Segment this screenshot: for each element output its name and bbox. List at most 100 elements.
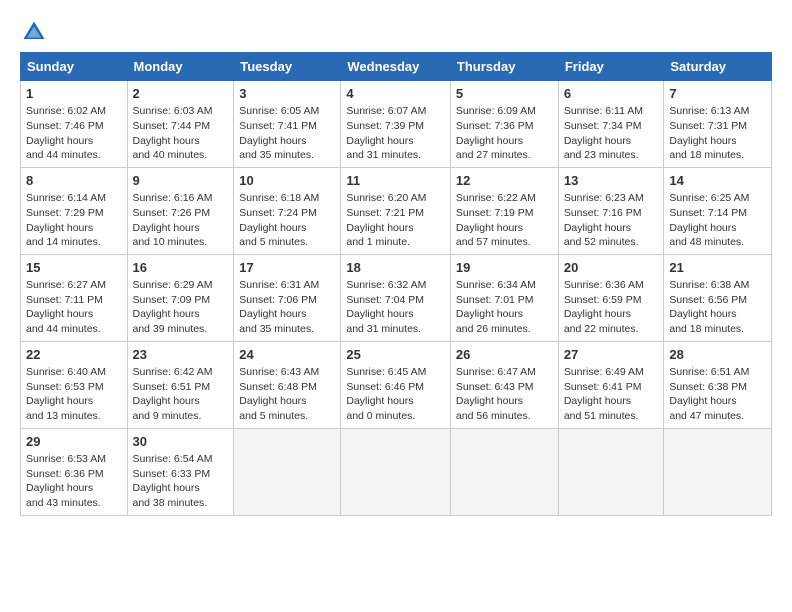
- calendar-cell: 24 Sunrise: 6:43 AM Sunset: 6:48 PM Dayl…: [234, 341, 341, 428]
- calendar-cell: 18 Sunrise: 6:32 AM Sunset: 7:04 PM Dayl…: [341, 254, 451, 341]
- calendar-cell: 17 Sunrise: 6:31 AM Sunset: 7:06 PM Dayl…: [234, 254, 341, 341]
- day-number: 19: [456, 259, 553, 277]
- day-number: 23: [133, 346, 229, 364]
- calendar-cell: [234, 428, 341, 515]
- calendar-cell: 2 Sunrise: 6:03 AM Sunset: 7:44 PM Dayli…: [127, 81, 234, 168]
- day-info: Sunrise: 6:43 AM Sunset: 6:48 PM Dayligh…: [239, 365, 335, 424]
- calendar-cell: 13 Sunrise: 6:23 AM Sunset: 7:16 PM Dayl…: [558, 167, 664, 254]
- day-number: 12: [456, 172, 553, 190]
- day-info: Sunrise: 6:49 AM Sunset: 6:41 PM Dayligh…: [564, 365, 659, 424]
- day-info: Sunrise: 6:47 AM Sunset: 6:43 PM Dayligh…: [456, 365, 553, 424]
- calendar-cell: [450, 428, 558, 515]
- day-info: Sunrise: 6:18 AM Sunset: 7:24 PM Dayligh…: [239, 191, 335, 250]
- calendar-cell: 23 Sunrise: 6:42 AM Sunset: 6:51 PM Dayl…: [127, 341, 234, 428]
- day-info: Sunrise: 6:05 AM Sunset: 7:41 PM Dayligh…: [239, 104, 335, 163]
- week-row-1: 1 Sunrise: 6:02 AM Sunset: 7:46 PM Dayli…: [21, 81, 772, 168]
- day-number: 26: [456, 346, 553, 364]
- day-number: 8: [26, 172, 122, 190]
- day-info: Sunrise: 6:36 AM Sunset: 6:59 PM Dayligh…: [564, 278, 659, 337]
- day-number: 29: [26, 433, 122, 451]
- calendar-header-wednesday: Wednesday: [341, 53, 451, 81]
- calendar-cell: 6 Sunrise: 6:11 AM Sunset: 7:34 PM Dayli…: [558, 81, 664, 168]
- day-info: Sunrise: 6:09 AM Sunset: 7:36 PM Dayligh…: [456, 104, 553, 163]
- calendar-cell: 22 Sunrise: 6:40 AM Sunset: 6:53 PM Dayl…: [21, 341, 128, 428]
- calendar-cell: 15 Sunrise: 6:27 AM Sunset: 7:11 PM Dayl…: [21, 254, 128, 341]
- calendar-cell: 14 Sunrise: 6:25 AM Sunset: 7:14 PM Dayl…: [664, 167, 772, 254]
- day-info: Sunrise: 6:13 AM Sunset: 7:31 PM Dayligh…: [669, 104, 766, 163]
- logo-icon: [20, 18, 48, 46]
- day-number: 9: [133, 172, 229, 190]
- calendar-header-tuesday: Tuesday: [234, 53, 341, 81]
- week-row-3: 15 Sunrise: 6:27 AM Sunset: 7:11 PM Dayl…: [21, 254, 772, 341]
- calendar-cell: 16 Sunrise: 6:29 AM Sunset: 7:09 PM Dayl…: [127, 254, 234, 341]
- day-number: 21: [669, 259, 766, 277]
- calendar-cell: 20 Sunrise: 6:36 AM Sunset: 6:59 PM Dayl…: [558, 254, 664, 341]
- calendar-cell: 5 Sunrise: 6:09 AM Sunset: 7:36 PM Dayli…: [450, 81, 558, 168]
- calendar-cell: 1 Sunrise: 6:02 AM Sunset: 7:46 PM Dayli…: [21, 81, 128, 168]
- day-info: Sunrise: 6:27 AM Sunset: 7:11 PM Dayligh…: [26, 278, 122, 337]
- day-number: 27: [564, 346, 659, 364]
- day-info: Sunrise: 6:42 AM Sunset: 6:51 PM Dayligh…: [133, 365, 229, 424]
- day-number: 13: [564, 172, 659, 190]
- calendar-cell: [664, 428, 772, 515]
- day-number: 16: [133, 259, 229, 277]
- day-number: 24: [239, 346, 335, 364]
- week-row-5: 29 Sunrise: 6:53 AM Sunset: 6:36 PM Dayl…: [21, 428, 772, 515]
- day-info: Sunrise: 6:54 AM Sunset: 6:33 PM Dayligh…: [133, 452, 229, 511]
- day-number: 28: [669, 346, 766, 364]
- day-info: Sunrise: 6:23 AM Sunset: 7:16 PM Dayligh…: [564, 191, 659, 250]
- day-info: Sunrise: 6:31 AM Sunset: 7:06 PM Dayligh…: [239, 278, 335, 337]
- week-row-4: 22 Sunrise: 6:40 AM Sunset: 6:53 PM Dayl…: [21, 341, 772, 428]
- day-number: 3: [239, 85, 335, 103]
- calendar-cell: 25 Sunrise: 6:45 AM Sunset: 6:46 PM Dayl…: [341, 341, 451, 428]
- page: SundayMondayTuesdayWednesdayThursdayFrid…: [0, 0, 792, 526]
- calendar-cell: 10 Sunrise: 6:18 AM Sunset: 7:24 PM Dayl…: [234, 167, 341, 254]
- calendar-cell: 12 Sunrise: 6:22 AM Sunset: 7:19 PM Dayl…: [450, 167, 558, 254]
- day-info: Sunrise: 6:11 AM Sunset: 7:34 PM Dayligh…: [564, 104, 659, 163]
- day-info: Sunrise: 6:22 AM Sunset: 7:19 PM Dayligh…: [456, 191, 553, 250]
- header: [20, 18, 772, 46]
- day-info: Sunrise: 6:45 AM Sunset: 6:46 PM Dayligh…: [346, 365, 445, 424]
- day-info: Sunrise: 6:07 AM Sunset: 7:39 PM Dayligh…: [346, 104, 445, 163]
- day-info: Sunrise: 6:29 AM Sunset: 7:09 PM Dayligh…: [133, 278, 229, 337]
- day-number: 15: [26, 259, 122, 277]
- day-number: 20: [564, 259, 659, 277]
- day-number: 11: [346, 172, 445, 190]
- day-info: Sunrise: 6:14 AM Sunset: 7:29 PM Dayligh…: [26, 191, 122, 250]
- day-number: 7: [669, 85, 766, 103]
- day-number: 25: [346, 346, 445, 364]
- calendar-cell: 30 Sunrise: 6:54 AM Sunset: 6:33 PM Dayl…: [127, 428, 234, 515]
- day-info: Sunrise: 6:38 AM Sunset: 6:56 PM Dayligh…: [669, 278, 766, 337]
- calendar-header-sunday: Sunday: [21, 53, 128, 81]
- calendar-header-row: SundayMondayTuesdayWednesdayThursdayFrid…: [21, 53, 772, 81]
- calendar-table: SundayMondayTuesdayWednesdayThursdayFrid…: [20, 52, 772, 516]
- calendar-cell: 4 Sunrise: 6:07 AM Sunset: 7:39 PM Dayli…: [341, 81, 451, 168]
- calendar-cell: 28 Sunrise: 6:51 AM Sunset: 6:38 PM Dayl…: [664, 341, 772, 428]
- calendar-cell: 7 Sunrise: 6:13 AM Sunset: 7:31 PM Dayli…: [664, 81, 772, 168]
- logo: [20, 18, 52, 46]
- calendar-header-saturday: Saturday: [664, 53, 772, 81]
- calendar-cell: 8 Sunrise: 6:14 AM Sunset: 7:29 PM Dayli…: [21, 167, 128, 254]
- calendar-header-monday: Monday: [127, 53, 234, 81]
- day-number: 4: [346, 85, 445, 103]
- day-number: 10: [239, 172, 335, 190]
- calendar-cell: [341, 428, 451, 515]
- calendar-cell: 26 Sunrise: 6:47 AM Sunset: 6:43 PM Dayl…: [450, 341, 558, 428]
- calendar-cell: 11 Sunrise: 6:20 AM Sunset: 7:21 PM Dayl…: [341, 167, 451, 254]
- day-info: Sunrise: 6:40 AM Sunset: 6:53 PM Dayligh…: [26, 365, 122, 424]
- day-info: Sunrise: 6:16 AM Sunset: 7:26 PM Dayligh…: [133, 191, 229, 250]
- calendar-cell: 29 Sunrise: 6:53 AM Sunset: 6:36 PM Dayl…: [21, 428, 128, 515]
- day-info: Sunrise: 6:32 AM Sunset: 7:04 PM Dayligh…: [346, 278, 445, 337]
- day-number: 6: [564, 85, 659, 103]
- day-number: 1: [26, 85, 122, 103]
- day-number: 30: [133, 433, 229, 451]
- day-info: Sunrise: 6:34 AM Sunset: 7:01 PM Dayligh…: [456, 278, 553, 337]
- calendar-cell: [558, 428, 664, 515]
- day-info: Sunrise: 6:20 AM Sunset: 7:21 PM Dayligh…: [346, 191, 445, 250]
- week-row-2: 8 Sunrise: 6:14 AM Sunset: 7:29 PM Dayli…: [21, 167, 772, 254]
- day-info: Sunrise: 6:03 AM Sunset: 7:44 PM Dayligh…: [133, 104, 229, 163]
- day-number: 14: [669, 172, 766, 190]
- calendar-cell: 9 Sunrise: 6:16 AM Sunset: 7:26 PM Dayli…: [127, 167, 234, 254]
- calendar-header-thursday: Thursday: [450, 53, 558, 81]
- day-info: Sunrise: 6:25 AM Sunset: 7:14 PM Dayligh…: [669, 191, 766, 250]
